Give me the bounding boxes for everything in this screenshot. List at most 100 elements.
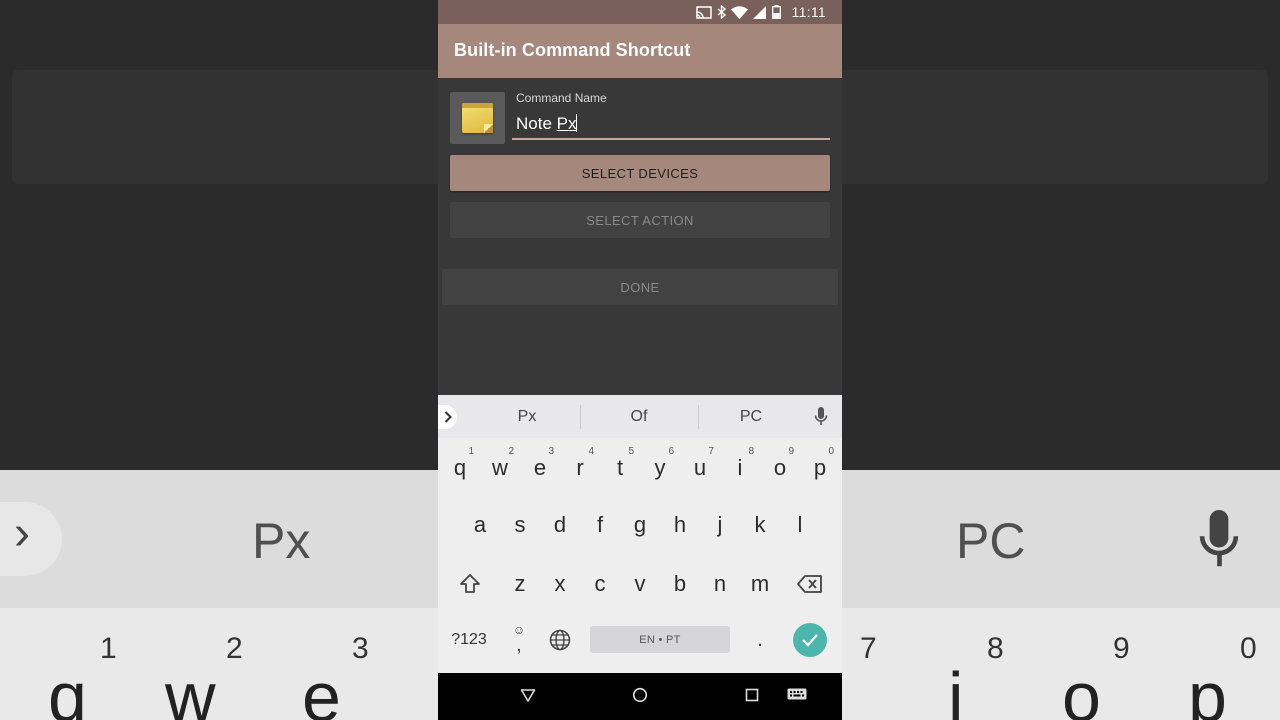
key-i[interactable]: i8 bbox=[720, 443, 760, 493]
backspace-icon bbox=[797, 575, 822, 593]
key-w[interactable]: w2 bbox=[480, 443, 520, 493]
expand-toolbar-button[interactable] bbox=[438, 405, 457, 429]
comma-key[interactable]: ☺ , bbox=[504, 619, 534, 659]
suggestion-bar: Px Of PC bbox=[438, 395, 842, 438]
key-hint: 9 bbox=[788, 446, 794, 457]
backdrop-key-i: i bbox=[948, 658, 964, 720]
checkmark-icon bbox=[802, 634, 818, 647]
backdrop-suggestion-3: PC bbox=[956, 513, 1026, 569]
key-s[interactable]: s bbox=[500, 500, 540, 550]
key-i-label: i bbox=[737, 455, 743, 480]
key-e[interactable]: e3 bbox=[520, 443, 560, 493]
key-o[interactable]: o9 bbox=[760, 443, 800, 493]
key-b[interactable]: b bbox=[660, 559, 700, 609]
comma-label: , bbox=[516, 634, 522, 656]
key-j[interactable]: j bbox=[700, 500, 740, 550]
key-hint: 6 bbox=[668, 446, 674, 457]
command-name-input[interactable]: Note Px bbox=[512, 110, 830, 140]
key-n[interactable]: n bbox=[700, 559, 740, 609]
globe-icon bbox=[549, 629, 571, 651]
phone-screen: 11:11 Built-in Command Shortcut Command … bbox=[438, 0, 842, 720]
backspace-key[interactable] bbox=[790, 559, 830, 609]
key-g[interactable]: g bbox=[620, 500, 660, 550]
key-y[interactable]: y6 bbox=[640, 443, 680, 493]
back-icon[interactable] bbox=[520, 687, 536, 703]
key-hint: 8 bbox=[748, 446, 754, 457]
recents-icon[interactable] bbox=[744, 687, 760, 703]
key-y-label: y bbox=[654, 455, 666, 480]
backdrop-key-q: q bbox=[48, 658, 87, 720]
key-p[interactable]: p0 bbox=[800, 443, 840, 493]
backdrop-hint-9: 9 bbox=[1113, 632, 1130, 665]
shift-icon bbox=[460, 574, 480, 593]
page-title: Built-in Command Shortcut bbox=[454, 40, 691, 60]
key-u-label: u bbox=[693, 455, 707, 480]
backdrop-hint-3: 3 bbox=[352, 632, 369, 665]
period-key[interactable]: . bbox=[746, 625, 774, 655]
symbols-key[interactable]: ?123 bbox=[446, 625, 492, 655]
composing-text: Px bbox=[556, 114, 577, 133]
key-c[interactable]: c bbox=[580, 559, 620, 609]
home-icon[interactable] bbox=[632, 687, 648, 703]
command-icon-button[interactable] bbox=[450, 92, 505, 144]
key-o-label: o bbox=[773, 455, 787, 480]
command-name-value: Note Px bbox=[516, 114, 578, 134]
cell-signal-icon bbox=[752, 5, 766, 19]
suggestion-3[interactable]: PC bbox=[711, 408, 791, 426]
shift-key[interactable] bbox=[450, 559, 490, 609]
key-q-label: q bbox=[453, 455, 467, 480]
key-f[interactable]: f bbox=[580, 500, 620, 550]
backdrop-key-p: p bbox=[1188, 658, 1227, 720]
key-t[interactable]: t5 bbox=[600, 443, 640, 493]
key-a[interactable]: a bbox=[460, 500, 500, 550]
backdrop-suggestion-1: Px bbox=[252, 513, 311, 569]
key-l[interactable]: l bbox=[780, 500, 820, 550]
key-row-2: a s d f g h j k l bbox=[438, 500, 842, 550]
text-cursor bbox=[576, 114, 578, 132]
key-x[interactable]: x bbox=[540, 559, 580, 609]
select-action-button[interactable]: SELECT ACTION bbox=[450, 202, 830, 238]
suggestion-1[interactable]: Px bbox=[487, 408, 567, 426]
key-hint: 2 bbox=[508, 446, 514, 457]
sticky-note-icon bbox=[462, 103, 493, 133]
key-q[interactable]: q1 bbox=[440, 443, 480, 493]
done-button[interactable]: DONE bbox=[442, 269, 838, 305]
soft-keyboard: Px Of PC q1 w2 e3 r4 t5 y6 u7 i8 o9 p0 a… bbox=[438, 395, 842, 673]
key-r[interactable]: r4 bbox=[560, 443, 600, 493]
backdrop-hint-7: 7 bbox=[860, 632, 877, 665]
backdrop-hint-8: 8 bbox=[987, 632, 1004, 665]
key-m[interactable]: m bbox=[740, 559, 780, 609]
cast-icon bbox=[695, 5, 712, 19]
suggestion-divider bbox=[580, 405, 581, 429]
command-name-text: Note bbox=[516, 114, 557, 133]
chevron-right-icon: › bbox=[14, 507, 30, 560]
key-hint: 1 bbox=[468, 446, 474, 457]
key-z[interactable]: z bbox=[500, 559, 540, 609]
chevron-right-icon bbox=[444, 411, 452, 423]
key-r-label: r bbox=[576, 455, 584, 480]
app-bar: Built-in Command Shortcut bbox=[438, 24, 842, 78]
bluetooth-icon bbox=[717, 5, 726, 19]
navigation-bar bbox=[438, 673, 842, 720]
language-key[interactable] bbox=[546, 626, 574, 654]
key-p-label: p bbox=[813, 455, 827, 480]
key-k[interactable]: k bbox=[740, 500, 780, 550]
select-devices-button[interactable]: SELECT DEVICES bbox=[450, 155, 830, 191]
mic-icon[interactable] bbox=[814, 407, 828, 426]
key-w-label: w bbox=[492, 455, 508, 480]
key-h[interactable]: h bbox=[660, 500, 700, 550]
suggestion-2[interactable]: Of bbox=[599, 408, 679, 426]
enter-key[interactable] bbox=[793, 623, 827, 657]
key-t-label: t bbox=[616, 455, 624, 480]
backdrop-key-e: e bbox=[302, 658, 341, 720]
key-u[interactable]: u7 bbox=[680, 443, 720, 493]
backdrop-key-o: o bbox=[1062, 658, 1101, 720]
backdrop-hint-1: 1 bbox=[100, 632, 117, 665]
clock: 11:11 bbox=[791, 4, 826, 20]
keyboard-switch-icon[interactable] bbox=[787, 688, 807, 702]
key-d[interactable]: d bbox=[540, 500, 580, 550]
key-v[interactable]: v bbox=[620, 559, 660, 609]
wifi-icon bbox=[730, 5, 748, 19]
space-bar[interactable]: EN • PT bbox=[590, 626, 730, 653]
status-bar: 11:11 bbox=[438, 0, 842, 24]
